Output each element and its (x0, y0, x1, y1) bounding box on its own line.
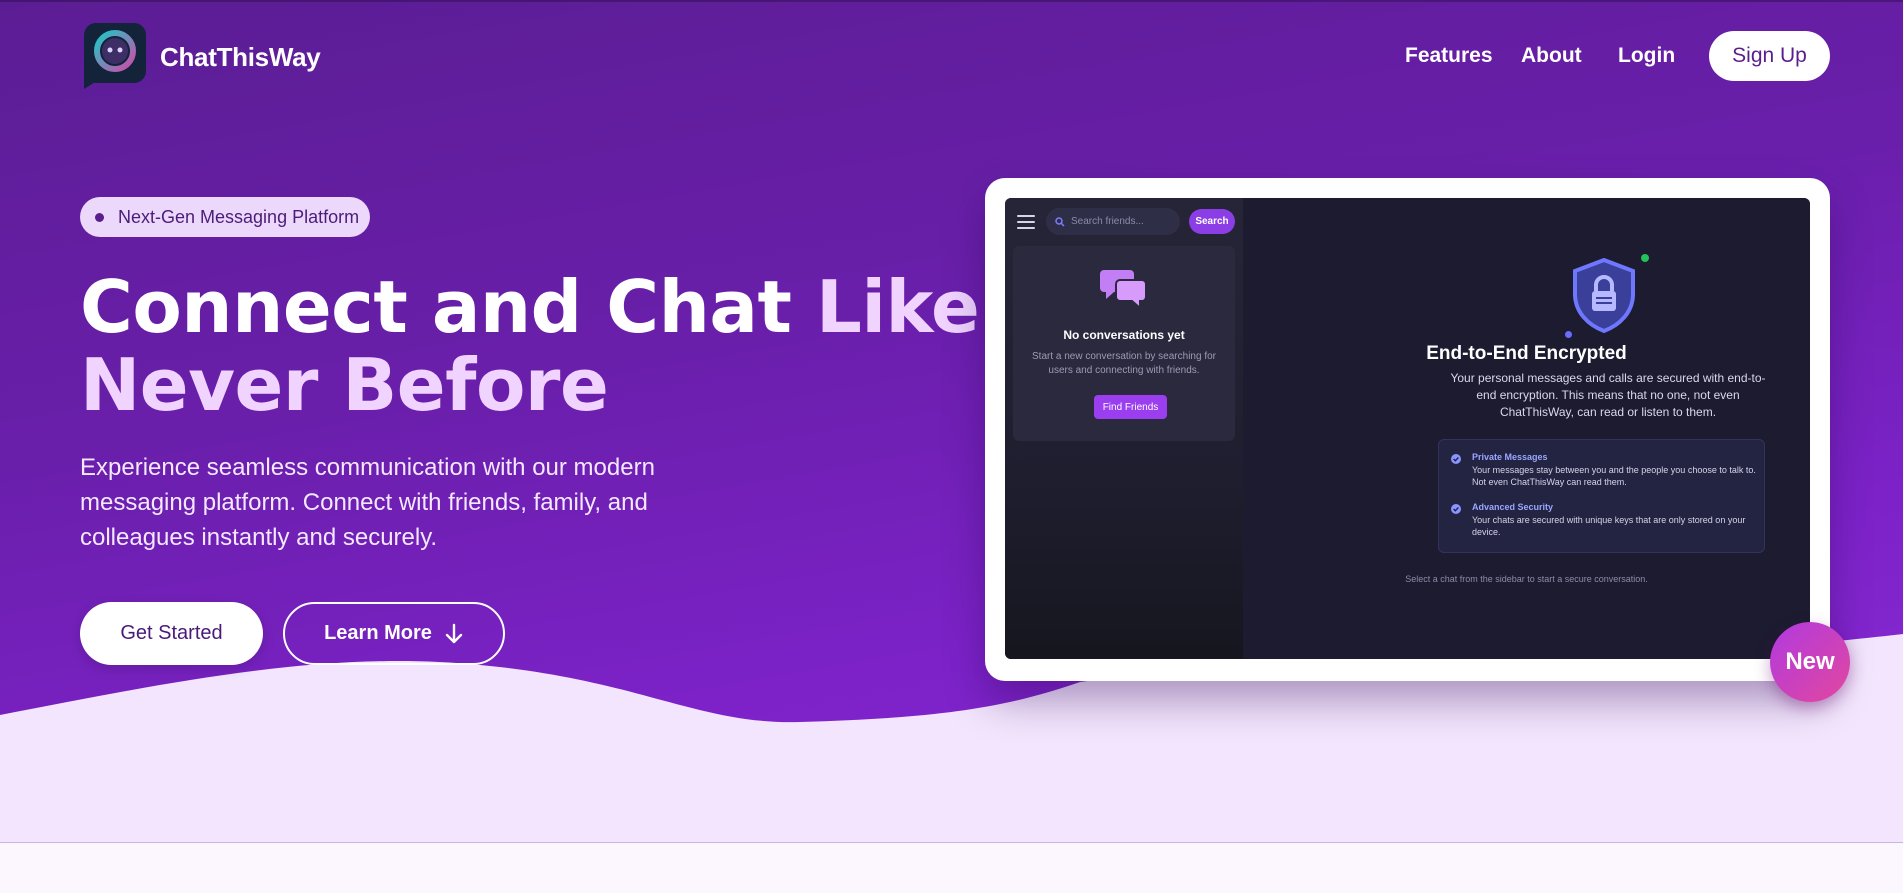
preview-main-pane (1243, 198, 1810, 659)
arrow-down-icon (445, 623, 463, 643)
search-button[interactable]: Search (1189, 209, 1235, 234)
feature-description: Your chats are secured with unique keys … (1472, 515, 1746, 537)
search-placeholder: Search friends... (1071, 216, 1144, 227)
get-started-button[interactable]: Get Started (80, 602, 263, 665)
learn-more-button[interactable]: Learn More (283, 602, 505, 665)
badge-label: Next-Gen Messaging Platform (118, 206, 360, 227)
headline-text: Connect and Chat (80, 265, 816, 349)
headline-highlight-line2: Never Before (80, 343, 609, 427)
empty-conversations-panel: No conversations yet Start a new convers… (1013, 246, 1235, 441)
app-preview-card: Search friends... Search No conversation… (985, 178, 1830, 681)
nav-features[interactable]: Features (1405, 44, 1493, 68)
encryption-title: End-to-End Encrypted (1426, 343, 1627, 364)
security-features-box: Private Messages Your messages stay betw… (1438, 439, 1765, 553)
hero-subcopy: Experience seamless communication with o… (80, 454, 655, 551)
signup-button[interactable]: Sign Up (1709, 31, 1830, 81)
headline-highlight: Like (815, 265, 980, 349)
encryption-description: Your personal messages and calls are sec… (1450, 371, 1766, 419)
search-icon (1055, 216, 1065, 227)
chat-bubbles-icon (1100, 270, 1147, 310)
shield-lock-icon (1573, 258, 1635, 334)
empty-description: Start a new conversation by searching fo… (1032, 351, 1216, 376)
check-circle-icon (1451, 504, 1461, 514)
brand-name[interactable]: ChatThisWay (160, 42, 321, 73)
preview-sidebar: Search friends... Search No conversation… (1005, 198, 1243, 659)
status-dot-blue (1565, 331, 1572, 338)
chat-bubble-logo-icon[interactable] (82, 21, 148, 89)
next-section (0, 843, 1903, 893)
nav-login[interactable]: Login (1618, 44, 1675, 68)
find-friends-button[interactable]: Find Friends (1094, 395, 1167, 419)
feature-title: Advanced Security (1472, 502, 1554, 512)
learn-more-label: Learn More (324, 622, 432, 644)
hero-headline: Connect and Chat Like Never Before (80, 265, 980, 427)
feature-title: Private Messages (1472, 452, 1548, 462)
badge-dot (95, 212, 104, 222)
search-input[interactable]: Search friends... (1046, 208, 1180, 235)
app-preview-screen: Search friends... Search No conversation… (1005, 198, 1810, 659)
nav-about[interactable]: About (1521, 44, 1582, 68)
check-circle-icon (1451, 454, 1461, 464)
select-chat-hint: Select a chat from the sidebar to start … (1405, 574, 1648, 584)
hero-badge: Next-Gen Messaging Platform (80, 197, 370, 237)
feature-description: Your messages stay between you and the p… (1472, 465, 1756, 487)
empty-title: No conversations yet (1063, 328, 1185, 342)
new-badge: New (1770, 622, 1850, 702)
status-dot-green (1641, 254, 1649, 262)
hamburger-menu-icon[interactable] (1017, 214, 1035, 230)
